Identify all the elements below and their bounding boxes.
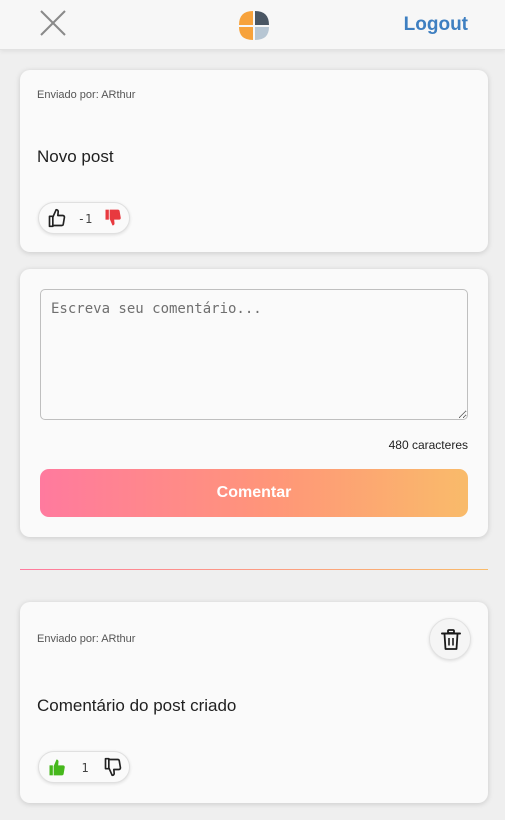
thumbs-down-icon <box>105 209 121 226</box>
brand-logo-icon <box>239 11 269 40</box>
post-dislike-button[interactable] <box>103 208 123 228</box>
post-author: Enviado por: ARthur <box>37 89 136 101</box>
post-like-button[interactable] <box>47 208 67 228</box>
comment-submit-button[interactable]: Comentar <box>40 469 468 517</box>
trash-icon <box>441 629 461 650</box>
close-icon <box>40 10 66 36</box>
comment-vote-box: 1 <box>38 751 130 783</box>
thumbs-down-icon <box>104 757 122 777</box>
post-vote-count: -1 <box>77 212 93 226</box>
character-counter: 480 caracteres <box>388 438 468 452</box>
close-button[interactable] <box>38 9 68 37</box>
post-vote-box: -1 <box>38 202 130 234</box>
thumbs-up-icon <box>48 208 66 228</box>
delete-comment-button[interactable] <box>429 618 471 660</box>
comment-author: Enviado por: ARthur <box>37 633 136 645</box>
comment-dislike-button[interactable] <box>103 757 123 777</box>
comment-text: Comentário do post criado <box>37 696 237 715</box>
comment-form-card: 480 caracteres Comentar <box>20 269 488 537</box>
post-card: Enviado por: ARthur Novo post -1 <box>20 70 488 252</box>
logout-link[interactable]: Logout <box>404 14 468 36</box>
post-text: Novo post <box>37 147 114 166</box>
comment-card: Enviado por: ARthur Comentário do post c… <box>20 602 488 803</box>
comment-vote-count: 1 <box>81 761 89 775</box>
thumbs-up-icon <box>49 759 65 776</box>
comment-like-button[interactable] <box>47 757 67 777</box>
comment-textarea[interactable] <box>40 289 468 420</box>
top-header: Logout <box>0 0 505 50</box>
section-divider <box>20 569 488 570</box>
